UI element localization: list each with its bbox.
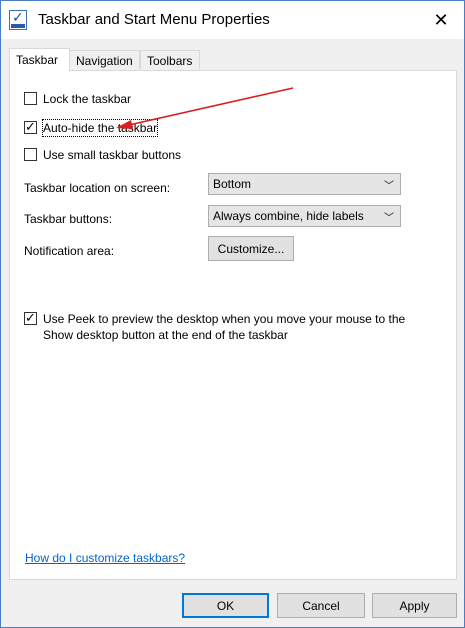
window-title: Taskbar and Start Menu Properties — [38, 11, 270, 28]
lock-taskbar-label: Lock the taskbar — [43, 92, 132, 106]
taskbar-tab-panel: Lock the taskbar ✓ Auto-hide the taskbar… — [9, 70, 457, 580]
chevron-down-icon: ﹀ — [384, 213, 394, 224]
small-buttons-option[interactable]: Use small taskbar buttons — [24, 147, 181, 163]
cancel-button[interactable]: Cancel — [277, 593, 365, 618]
help-link[interactable]: How do I customize taskbars? — [25, 551, 185, 565]
lock-taskbar-checkbox[interactable] — [24, 92, 37, 105]
taskbar-buttons-label: Taskbar buttons: — [24, 212, 113, 226]
taskbar-buttons-select[interactable]: Always combine, hide labels ﹀ — [208, 205, 401, 227]
tab-toolbars[interactable]: Toolbars — [140, 50, 200, 69]
title-bar: ✓ Taskbar and Start Menu Properties ✕ — [1, 1, 464, 39]
taskbar-location-label: Taskbar location on screen: — [24, 181, 171, 195]
chevron-down-icon: ﹀ — [384, 181, 394, 192]
notification-area-label: Notification area: — [24, 244, 115, 258]
taskbar-location-value: Bottom — [213, 177, 252, 191]
small-buttons-checkbox[interactable] — [24, 148, 37, 161]
autohide-taskbar-checkbox[interactable]: ✓ — [24, 119, 37, 134]
autohide-taskbar-option[interactable]: ✓ Auto-hide the taskbar — [24, 119, 159, 137]
tab-navigation[interactable]: Navigation — [69, 50, 140, 69]
lock-taskbar-option[interactable]: Lock the taskbar — [24, 91, 131, 107]
close-icon[interactable]: ✕ — [418, 1, 464, 39]
taskbar-location-select[interactable]: Bottom ﹀ — [208, 173, 401, 195]
peek-option[interactable]: ✓ Use Peek to preview the desktop when y… — [24, 310, 444, 343]
properties-window: ✓ Taskbar and Start Menu Properties ✕ Ta… — [0, 0, 465, 628]
peek-label: Use Peek to preview the desktop when you… — [43, 312, 406, 342]
ok-button[interactable]: OK — [182, 593, 269, 618]
tab-taskbar[interactable]: Taskbar — [9, 48, 70, 72]
autohide-taskbar-label: Auto-hide the taskbar — [41, 119, 159, 137]
taskbar-buttons-value: Always combine, hide labels — [213, 209, 364, 223]
peek-checkbox[interactable]: ✓ — [24, 310, 37, 325]
checkmark-icon: ✓ — [25, 119, 36, 134]
checkmark-icon: ✓ — [25, 310, 36, 325]
customize-button[interactable]: Customize... — [208, 236, 294, 261]
taskbar-properties-icon: ✓ — [9, 9, 27, 30]
small-buttons-label: Use small taskbar buttons — [43, 148, 182, 162]
apply-button[interactable]: Apply — [372, 593, 457, 618]
